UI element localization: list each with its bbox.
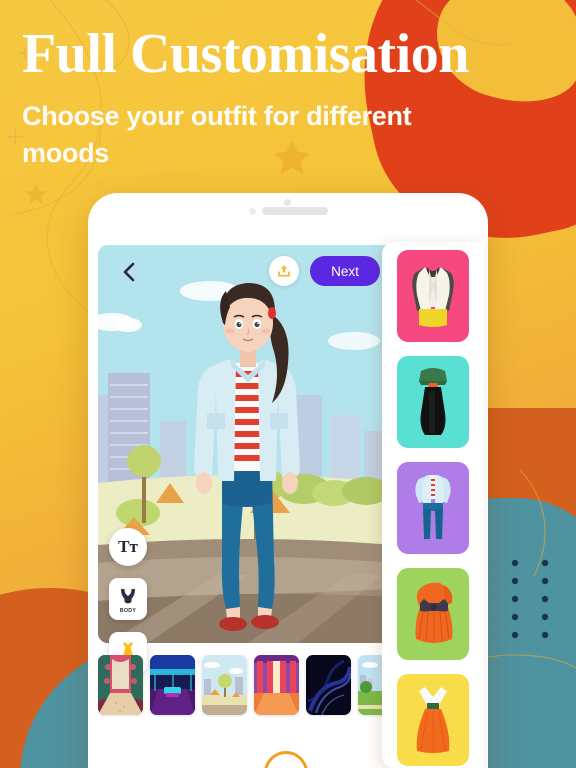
park-day-thumb-art: [202, 655, 247, 715]
orange-dress-outfit-icon: [415, 582, 453, 643]
stage-thumb-art: [254, 655, 299, 715]
nightclub-thumb-art: [150, 655, 195, 715]
tool-text-button[interactable]: Tт: [109, 528, 147, 566]
home-button[interactable]: [264, 751, 308, 768]
front-camera-dot: [284, 199, 291, 206]
thumb-nightclub[interactable]: [150, 655, 195, 715]
outfit-card-white-blazer[interactable]: [397, 250, 469, 342]
chevron-left-icon: [123, 262, 135, 282]
phone-notch: [88, 207, 488, 215]
red-carpet-thumb-art: [98, 655, 143, 715]
black-gown-outfit-icon: [419, 368, 447, 435]
proximity-sensor-dot: [248, 207, 256, 215]
outfit-card-orange-dress[interactable]: [397, 568, 469, 660]
share-upload-icon: [278, 265, 290, 277]
smoke-thumb-art: [306, 655, 351, 715]
orange-skirt-outfit-icon: [416, 687, 450, 753]
avatar-character[interactable]: [160, 271, 330, 643]
tool-text-glyph: Tт: [118, 537, 138, 556]
star-sparkle-icon: [26, 184, 46, 203]
background-thumbnail-strip[interactable]: [98, 655, 398, 717]
back-button[interactable]: [116, 259, 142, 285]
promo-headline: Full Customisation: [22, 23, 469, 85]
thumb-red-carpet[interactable]: [98, 655, 143, 715]
share-button[interactable]: [269, 256, 299, 286]
white-blazer-outfit-icon: [412, 267, 454, 327]
thumb-park-day[interactable]: [202, 655, 247, 715]
tool-body-button[interactable]: BODY: [109, 578, 147, 620]
dot-grid-decoration: [481, 559, 549, 639]
outfit-card-orange-skirt[interactable]: [397, 674, 469, 766]
outfit-list-panel[interactable]: [382, 242, 484, 768]
speaker-grill: [261, 207, 328, 215]
thumb-stage[interactable]: [254, 655, 299, 715]
denim-jeans-outfit-icon: [415, 475, 451, 539]
promo-subheadline: Choose your outfit for different moods: [22, 101, 412, 168]
tool-body-label: BODY: [119, 608, 137, 614]
bodysuit-icon: [121, 589, 135, 604]
thumb-smoke[interactable]: [306, 655, 351, 715]
promo-banner: Full Customisation Choose your outfit fo…: [0, 0, 576, 768]
outfit-card-denim-jeans[interactable]: [397, 462, 469, 554]
outfit-card-black-gown[interactable]: [397, 356, 469, 448]
next-button[interactable]: Next: [310, 256, 380, 286]
